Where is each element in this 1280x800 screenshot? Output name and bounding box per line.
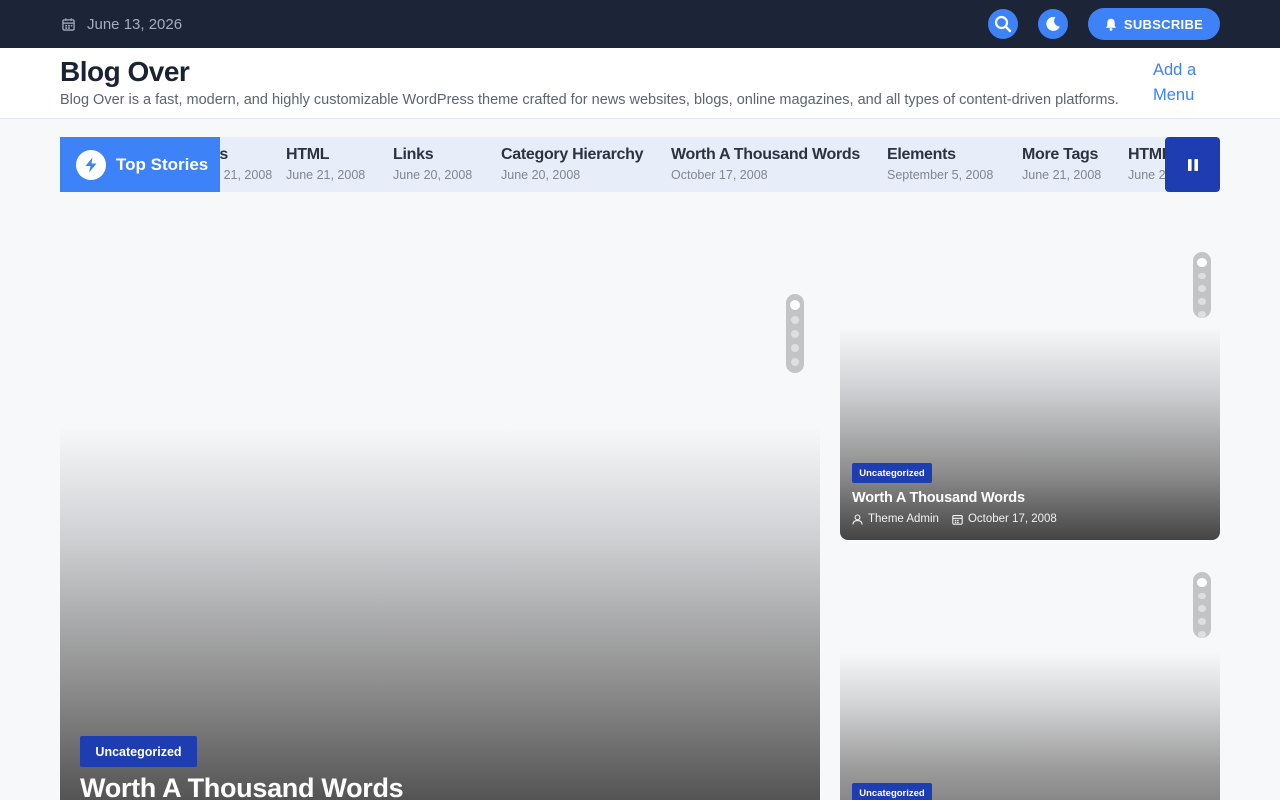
- ticker-item[interactable]: Links June 20, 2008: [393, 146, 472, 182]
- subscribe-label: SUBSCRIBE: [1123, 16, 1204, 32]
- add-menu-link[interactable]: Add a Menu: [1153, 58, 1213, 108]
- ticker-item-date: June 20, 2008: [501, 168, 581, 182]
- slider-dot[interactable]: [1198, 311, 1206, 319]
- main-featured-card[interactable]: Uncategorized Worth A Thousand Words: [60, 427, 820, 800]
- ticker-item-title: Category Hierarchy: [501, 146, 644, 163]
- calendar-icon: [62, 17, 75, 31]
- category-badge[interactable]: Uncategorized: [852, 463, 932, 483]
- moon-icon: [1046, 16, 1060, 31]
- top-stories-label: Top Stories: [60, 137, 220, 192]
- ticker-item-title: HTML: [286, 146, 330, 163]
- slider-dot[interactable]: [1198, 618, 1206, 626]
- side-slider-pagination-1: [1193, 252, 1211, 319]
- slider-dot[interactable]: [1198, 272, 1206, 280]
- site-title[interactable]: Blog Over: [60, 56, 190, 88]
- author-name: Theme Admin: [868, 513, 939, 525]
- main-slider-pagination: [786, 294, 804, 373]
- ticker-item-title: Worth A Thousand Words: [671, 146, 860, 163]
- top-stories-text: Top Stories: [116, 154, 209, 174]
- ticker-item-title: More Tags: [1022, 146, 1099, 163]
- slider-dot[interactable]: [1198, 605, 1206, 613]
- post-meta: Theme Admin October 17, 2008: [852, 513, 1070, 525]
- slider-dot[interactable]: [1197, 578, 1207, 587]
- search-icon: [994, 15, 1012, 33]
- author-meta[interactable]: Theme Admin: [852, 513, 939, 525]
- subscribe-button[interactable]: SUBSCRIBE: [1088, 8, 1220, 40]
- ticker-item-date: June 21, 2008: [1022, 168, 1102, 182]
- slider-dot[interactable]: [791, 344, 799, 352]
- calendar-icon: [952, 514, 963, 525]
- search-button[interactable]: [988, 9, 1018, 39]
- ticker-item[interactable]: More Tags June 21, 2008: [1022, 146, 1101, 182]
- slider-dot[interactable]: [1198, 298, 1206, 306]
- ticker-item[interactable]: HTML June 21, 2008: [286, 146, 365, 182]
- news-ticker: Tags June 21, 2008 HTML June 21, 2008 Li…: [60, 137, 1220, 192]
- side-slider-pagination-2: [1193, 572, 1211, 639]
- ticker-item-title: Links: [393, 146, 434, 163]
- slider-dot[interactable]: [791, 330, 799, 338]
- ticker-item[interactable]: Worth A Thousand Words October 17, 2008: [671, 146, 860, 182]
- ticker-item[interactable]: Elements September 5, 2008: [887, 146, 993, 182]
- user-icon: [852, 513, 863, 525]
- category-badge[interactable]: Uncategorized: [852, 783, 932, 800]
- ticker-item-title: Elements: [887, 146, 956, 163]
- slider-dot[interactable]: [1198, 285, 1206, 293]
- date-text: June 13, 2026: [87, 15, 183, 33]
- lightning-icon: [85, 157, 97, 172]
- side-featured-card[interactable]: Uncategorized: [840, 652, 1220, 800]
- date-meta[interactable]: October 17, 2008: [952, 513, 1057, 525]
- site-header: Blog Over Blog Over is a fast, modern, a…: [0, 48, 1280, 119]
- slider-dot[interactable]: [1198, 592, 1206, 600]
- slider-dot[interactable]: [790, 300, 800, 310]
- ticker-item-date: October 17, 2008: [671, 168, 768, 182]
- category-badge[interactable]: Uncategorized: [80, 736, 197, 767]
- ticker-item-date: September 5, 2008: [887, 168, 994, 182]
- slider-dot[interactable]: [791, 358, 799, 366]
- slider-dot[interactable]: [1198, 631, 1206, 639]
- ticker-pause-button[interactable]: [1165, 137, 1220, 192]
- site-description: Blog Over is a fast, modern, and highly …: [60, 92, 1119, 108]
- pause-icon: [1187, 158, 1198, 171]
- ticker-item-date: June 20, 2008: [393, 168, 473, 182]
- side-featured-card[interactable]: Uncategorized Worth A Thousand Words The…: [840, 327, 1220, 540]
- slider-dot[interactable]: [791, 316, 799, 324]
- ticker-item-date: June 21, 2008: [286, 168, 366, 182]
- dark-mode-toggle[interactable]: [1038, 9, 1068, 39]
- bell-icon: [1105, 18, 1117, 31]
- slider-dot[interactable]: [1197, 258, 1207, 267]
- main-featured-title[interactable]: Worth A Thousand Words: [80, 773, 404, 800]
- ticker-item[interactable]: Category Hierarchy June 20, 2008: [501, 146, 644, 182]
- post-date: October 17, 2008: [967, 513, 1057, 525]
- current-date: June 13, 2026: [62, 14, 182, 34]
- top-bar: June 13, 2026 SUBSCRIBE: [0, 0, 1280, 48]
- side-featured-title[interactable]: Worth A Thousand Words: [852, 490, 1025, 506]
- bolt-badge: [76, 149, 106, 180]
